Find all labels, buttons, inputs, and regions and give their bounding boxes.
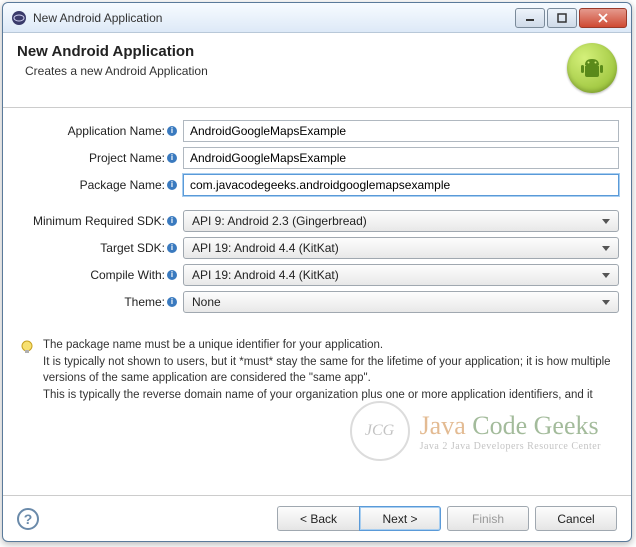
project-name-input[interactable]	[183, 147, 619, 169]
package-name-label: Package Name:i	[15, 178, 183, 192]
maximize-button[interactable]	[547, 8, 577, 28]
lightbulb-icon	[19, 339, 35, 404]
cancel-button[interactable]: Cancel	[535, 506, 617, 531]
eclipse-icon	[11, 10, 27, 26]
info-icon: i	[167, 270, 177, 280]
chevron-down-icon	[602, 219, 610, 224]
package-name-input[interactable]	[183, 174, 619, 196]
info-icon: i	[167, 243, 177, 253]
chevron-down-icon	[602, 246, 610, 251]
close-button[interactable]	[579, 8, 627, 28]
info-icon: i	[167, 153, 177, 163]
chevron-down-icon	[602, 273, 610, 278]
wizard-header: New Android Application Creates a new An…	[3, 33, 631, 108]
hint-box: The package name must be a unique identi…	[15, 333, 619, 408]
hint-line: The package name must be a unique identi…	[43, 339, 383, 351]
minimize-button[interactable]	[515, 8, 545, 28]
hint-line: This is typically the reverse domain nam…	[43, 389, 593, 401]
min-sdk-combo[interactable]: API 9: Android 2.3 (Gingerbread)	[183, 210, 619, 232]
form-area: Application Name:i Project Name:i Packag…	[3, 108, 631, 495]
app-name-label: Application Name:i	[15, 124, 183, 138]
target-sdk-combo[interactable]: API 19: Android 4.4 (KitKat)	[183, 237, 619, 259]
target-sdk-label: Target SDK:i	[15, 241, 183, 255]
page-title: New Android Application	[17, 43, 567, 60]
wizard-footer: ? < Back Next > Finish Cancel	[3, 495, 631, 541]
titlebar[interactable]: New Android Application	[3, 3, 631, 33]
compile-with-label: Compile With:i	[15, 268, 183, 282]
info-icon: i	[167, 180, 177, 190]
project-name-label: Project Name:i	[15, 151, 183, 165]
compile-with-combo[interactable]: API 19: Android 4.4 (KitKat)	[183, 264, 619, 286]
finish-button: Finish	[447, 506, 529, 531]
chevron-down-icon	[602, 300, 610, 305]
wizard-window: New Android Application New Android Appl…	[2, 2, 632, 542]
theme-combo[interactable]: None	[183, 291, 619, 313]
info-icon: i	[167, 126, 177, 136]
back-button[interactable]: < Back	[277, 506, 359, 531]
next-button[interactable]: Next >	[359, 506, 441, 531]
theme-label: Theme:i	[15, 295, 183, 309]
info-icon: i	[167, 216, 177, 226]
app-name-input[interactable]	[183, 120, 619, 142]
hint-line: It is typically not shown to users, but …	[43, 356, 611, 385]
help-icon[interactable]: ?	[17, 508, 39, 530]
min-sdk-label: Minimum Required SDK:i	[15, 214, 183, 228]
page-subtitle: Creates a new Android Application	[17, 64, 567, 78]
titlebar-title: New Android Application	[33, 11, 515, 25]
info-icon: i	[167, 297, 177, 307]
android-icon	[567, 43, 617, 93]
